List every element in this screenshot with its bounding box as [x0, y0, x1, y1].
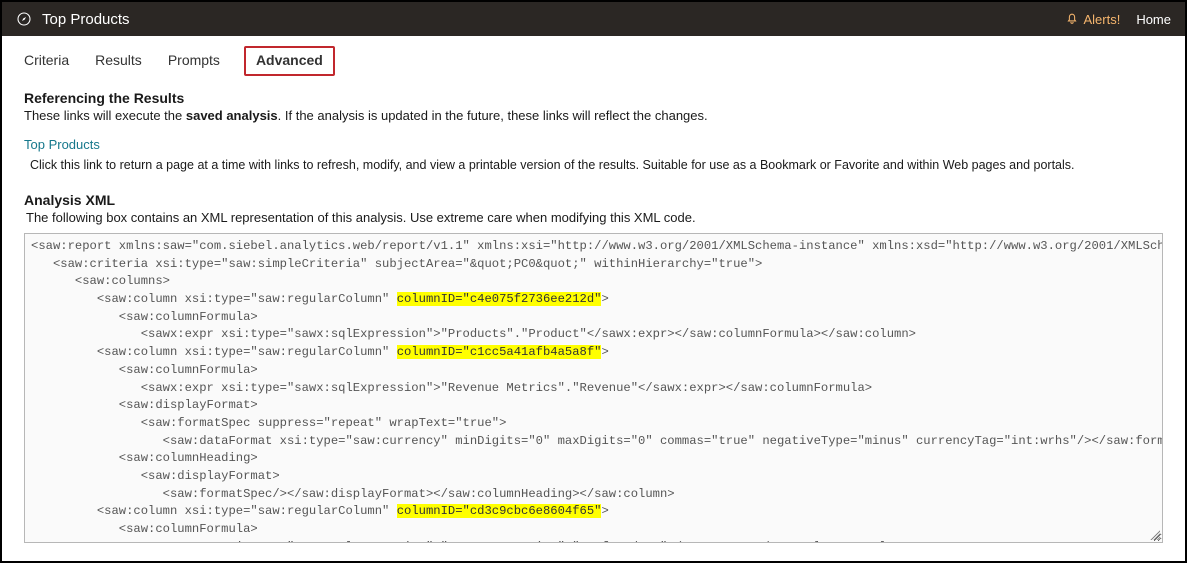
tab-advanced[interactable]: Advanced [244, 46, 335, 76]
resize-grip-icon[interactable] [1148, 528, 1160, 540]
referencing-title: Referencing the Results [24, 90, 1163, 106]
app-header: Top Products Alerts! Home [2, 2, 1185, 36]
home-link[interactable]: Home [1136, 12, 1171, 27]
top-products-link[interactable]: Top Products [24, 137, 1163, 152]
compass-icon [16, 11, 32, 27]
top-products-desc: Click this link to return a page at a ti… [30, 158, 1163, 172]
main-content: Referencing the Results These links will… [2, 76, 1185, 543]
bell-icon [1065, 11, 1079, 28]
tab-bar: Criteria Results Prompts Advanced [2, 36, 1185, 76]
tab-prompts[interactable]: Prompts [166, 46, 222, 76]
analysis-xml-title: Analysis XML [24, 192, 1163, 208]
ref-desc-suffix: . If the analysis is updated in the futu… [278, 108, 708, 123]
tab-criteria[interactable]: Criteria [22, 46, 71, 76]
alerts-link[interactable]: Alerts! [1065, 11, 1120, 28]
analysis-xml-desc: The following box contains an XML repres… [26, 210, 1163, 225]
analysis-xml-textarea[interactable]: <saw:report xmlns:saw="com.siebel.analyt… [24, 233, 1163, 543]
alerts-label: Alerts! [1083, 12, 1120, 27]
ref-desc-bold: saved analysis [186, 108, 278, 123]
page-title: Top Products [42, 11, 130, 28]
referencing-desc: These links will execute the saved analy… [24, 108, 1163, 123]
ref-desc-prefix: These links will execute the [24, 108, 186, 123]
tab-results[interactable]: Results [93, 46, 144, 76]
